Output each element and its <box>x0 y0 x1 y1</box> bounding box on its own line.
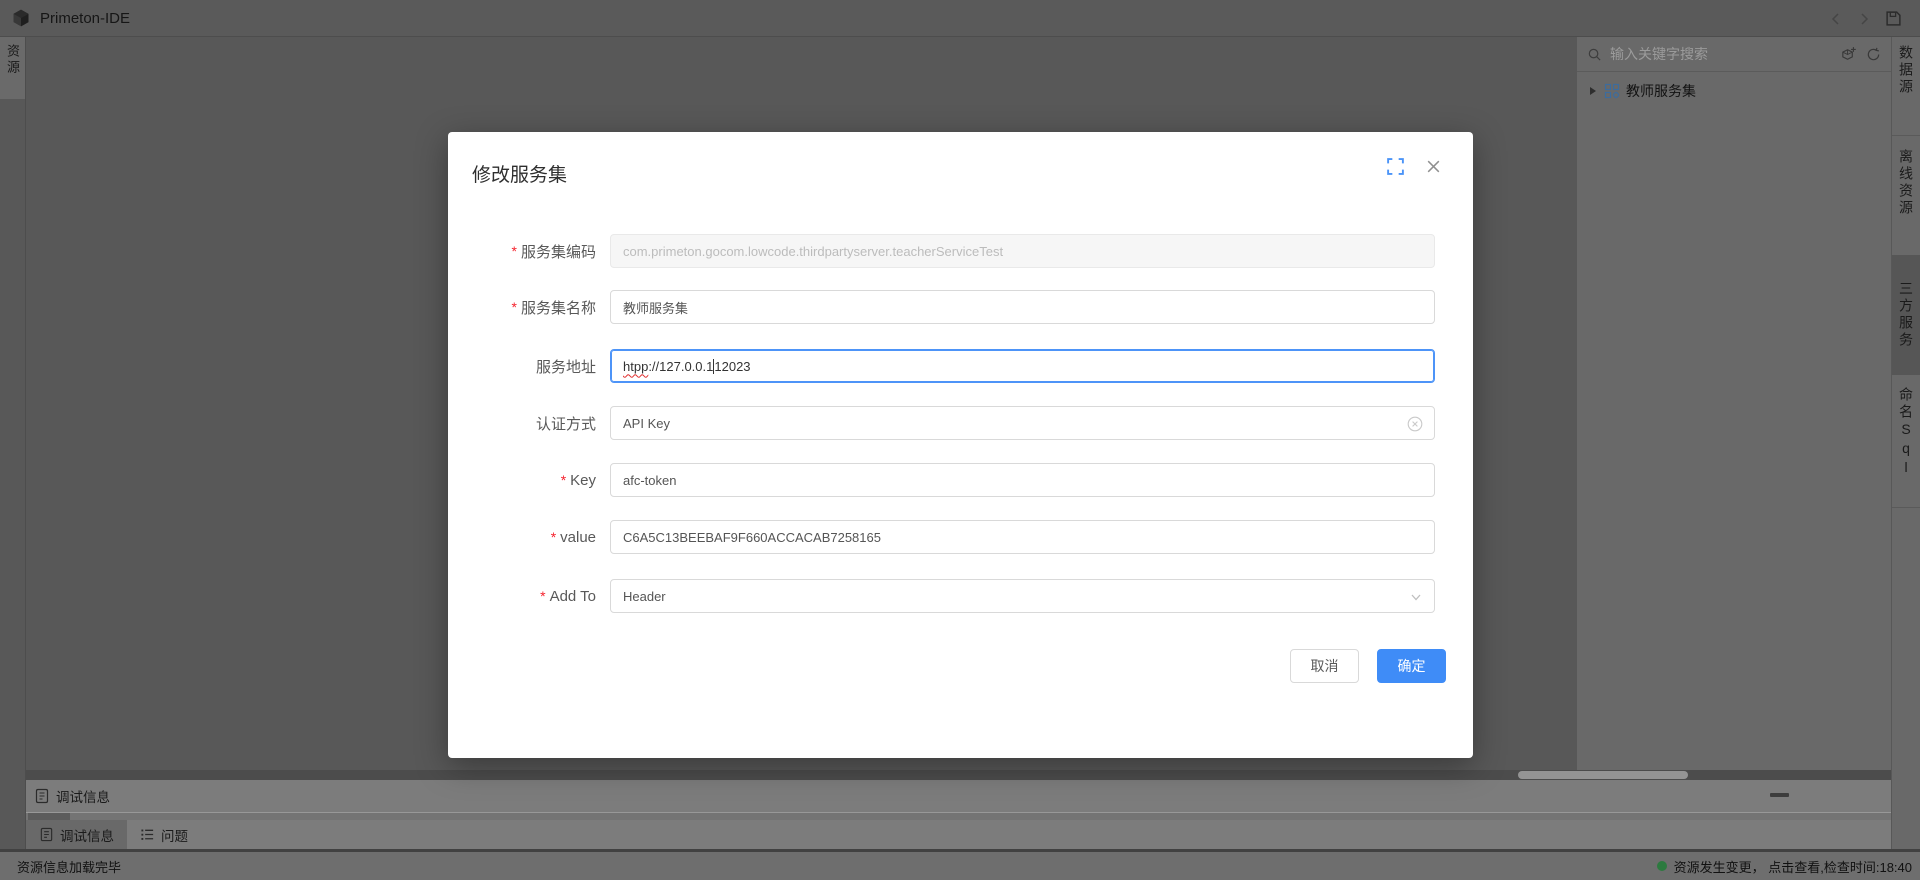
app-title: Primeton-IDE <box>40 10 130 27</box>
field-label-service-set-name: 服务集名称 <box>448 290 596 324</box>
service-address-input[interactable]: htpp://127.0.0.112023 <box>610 349 1435 383</box>
tab-debug-info[interactable]: 调试信息 <box>26 820 127 849</box>
clipped-content <box>28 813 70 820</box>
tab-data-source[interactable]: 数据源 <box>1892 45 1920 137</box>
close-icon[interactable] <box>1425 158 1442 175</box>
expand-arrow-icon[interactable] <box>1590 87 1596 95</box>
key-input[interactable]: afc-token <box>610 463 1435 497</box>
ok-button[interactable]: 确定 <box>1377 649 1446 683</box>
tabstrip-divider <box>1892 135 1920 136</box>
search-input[interactable]: 输入关键字搜索 <box>1610 44 1840 64</box>
field-label-value: value <box>448 520 596 554</box>
sidebar-tab-label: 资源 <box>6 44 19 99</box>
tab-offline-resources[interactable]: 离线资源 <box>1892 149 1920 249</box>
titlebar: Primeton-IDE <box>0 0 1920 37</box>
clear-icon[interactable] <box>1407 416 1423 432</box>
add-to-select[interactable]: Header <box>610 579 1435 613</box>
back-icon[interactable] <box>1829 12 1843 26</box>
third-party-service-panel: 输入关键字搜索 教师服务集 <box>1576 37 1891 770</box>
horizontal-splitter[interactable] <box>26 770 1891 780</box>
tab-named-sql[interactable]: 命名Sql <box>1892 387 1920 482</box>
field-label-add-to: Add To <box>448 579 596 613</box>
value-input[interactable]: C6A5C13BEEBAF9F660ACCACAB7258165 <box>610 520 1435 554</box>
status-dot-icon <box>1657 861 1667 871</box>
app-logo-icon <box>11 8 31 28</box>
tab-problems[interactable]: 问题 <box>127 820 201 849</box>
sidebar-tab-resources[interactable]: 资源 <box>0 37 25 99</box>
left-sidebar: 资源 <box>0 37 26 852</box>
field-label-service-set-code: 服务集编码 <box>448 234 596 268</box>
debug-log-icon <box>39 827 54 842</box>
forward-icon[interactable] <box>1857 12 1871 26</box>
horizontal-scrollbar-thumb[interactable] <box>1518 771 1688 779</box>
cancel-button[interactable]: 取消 <box>1290 649 1359 683</box>
field-label-key: Key <box>448 463 596 497</box>
add-service-set-icon[interactable] <box>1840 46 1857 63</box>
right-tabstrip: 数据源 离线资源 三方服务 命名Sql <box>1891 37 1920 852</box>
resource-change-notice[interactable]: 资源发生变更， 点击查看,检查时间:18:40 <box>1657 857 1912 876</box>
tree-item-label: 教师服务集 <box>1626 81 1696 101</box>
statusbar: 资源信息加载完毕 资源发生变更， 点击查看,检查时间:18:40 <box>0 849 1920 880</box>
auth-method-select[interactable]: API Key <box>610 406 1435 440</box>
status-message: 资源信息加载完毕 <box>17 857 121 876</box>
dialog-title: 修改服务集 <box>472 160 567 187</box>
debug-panel-header: 调试信息 <box>26 780 1891 813</box>
list-icon <box>140 827 155 842</box>
fullscreen-icon[interactable] <box>1386 157 1405 176</box>
search-icon <box>1587 47 1602 62</box>
service-set-icon <box>1604 83 1620 99</box>
bottom-tabbar: 调试信息 问题 <box>26 820 1891 849</box>
field-label-service-address: 服务地址 <box>448 349 596 383</box>
tree-item-service-set[interactable]: 教师服务集 <box>1577 78 1891 104</box>
titlebar-actions <box>1829 0 1902 37</box>
field-label-auth-method: 认证方式 <box>448 406 596 440</box>
collapsed-row <box>26 813 1891 820</box>
debug-log-icon <box>34 788 50 804</box>
edit-service-set-dialog: 修改服务集 服务集编码 com.primeton.gocom.lowcode.t… <box>448 132 1473 758</box>
service-set-name-input[interactable]: 教师服务集 <box>610 290 1435 324</box>
tab-third-party-service[interactable]: 三方服务 <box>1892 255 1920 375</box>
service-set-code-input: com.primeton.gocom.lowcode.thirdpartyser… <box>610 234 1435 268</box>
save-icon[interactable] <box>1885 10 1902 27</box>
search-bar: 输入关键字搜索 <box>1577 37 1891 72</box>
panel-toolbar <box>1840 46 1881 63</box>
chevron-down-icon <box>1409 590 1423 604</box>
tabstrip-divider <box>1892 507 1920 508</box>
refresh-icon[interactable] <box>1866 47 1881 62</box>
minimize-panel-icon[interactable] <box>1770 793 1789 797</box>
debug-panel-title: 调试信息 <box>56 786 110 806</box>
